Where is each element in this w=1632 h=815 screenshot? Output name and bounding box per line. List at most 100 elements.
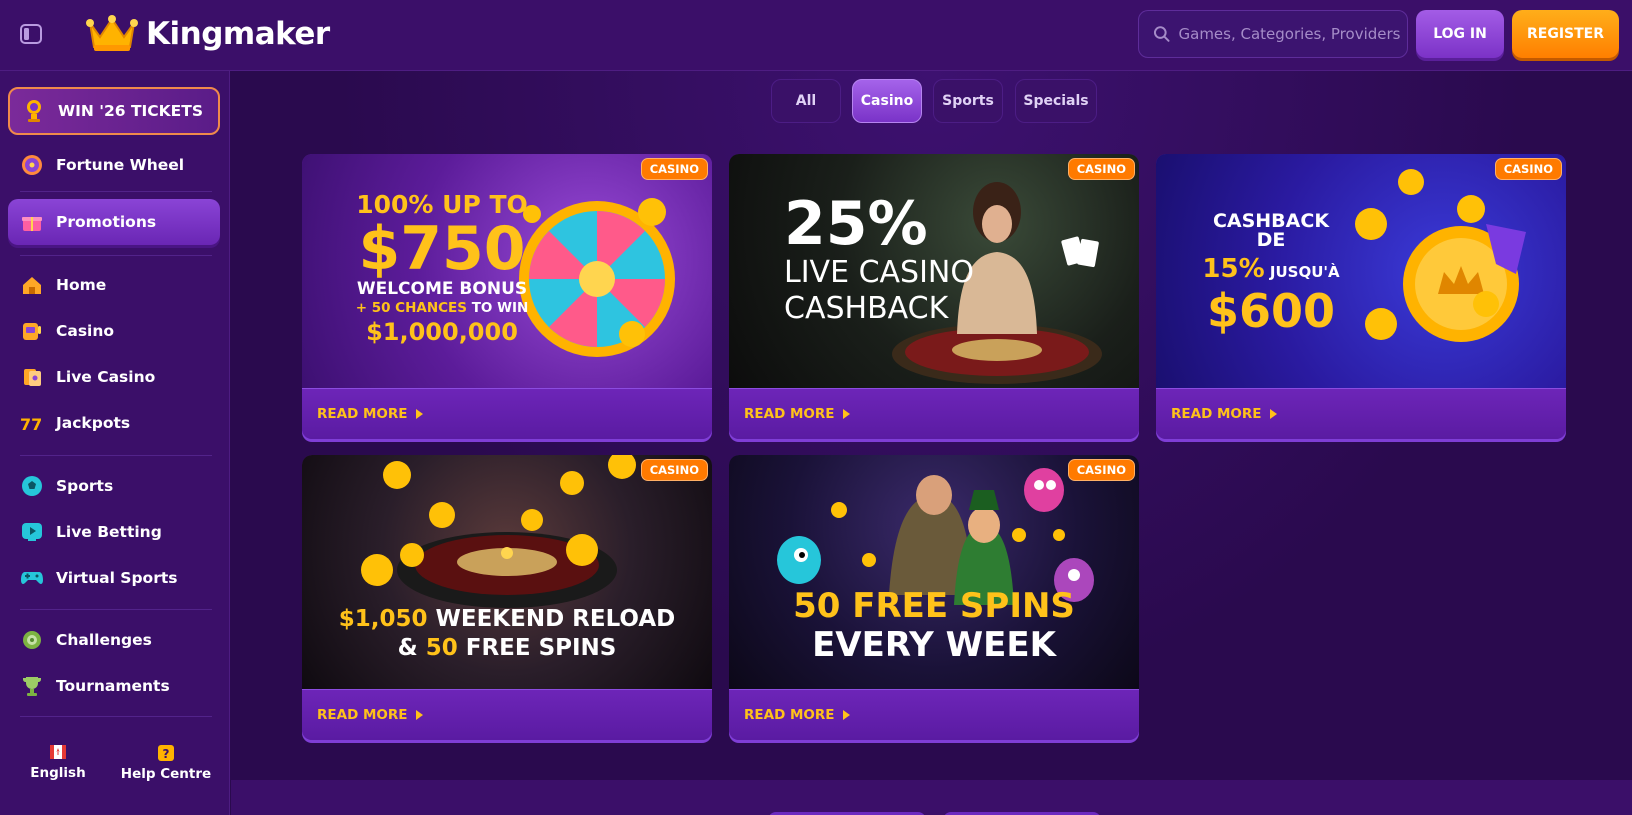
category-badge: CASINO (640, 158, 708, 180)
sidebar-item-label: Virtual Sports (56, 569, 178, 587)
wheel-icon (20, 153, 44, 177)
login-button[interactable]: LOG IN (1416, 10, 1504, 58)
promo-card-free-spins[interactable]: 50 FREE SPINS EVERY WEEK CASINO READ MOR… (729, 455, 1139, 740)
sidebar-item-challenges[interactable]: Challenges (8, 618, 220, 662)
svg-text:?: ? (163, 747, 170, 761)
arrow-right-icon (415, 409, 423, 419)
soccer-ball-icon (20, 474, 44, 498)
promo-card-live-casino-cashback[interactable]: 25% LIVE CASINO CASHBACK CASINO READ MOR… (729, 154, 1139, 439)
banner-line: JUSQU'À (1264, 263, 1340, 281)
help-centre-link[interactable]: ? Help Centre (116, 745, 216, 782)
gift-icon (20, 210, 44, 234)
sidebar-item-sports[interactable]: Sports (8, 464, 220, 508)
sidebar-item-label: Live Betting (56, 523, 162, 541)
top-header: Kingmaker LOG IN REGISTER (0, 0, 1632, 71)
cards-icon (20, 365, 44, 389)
banner-amount: 25% (784, 189, 928, 259)
read-more-label: READ MORE (744, 406, 835, 422)
tab-specials[interactable]: Specials (1015, 79, 1097, 123)
main-content: All Casino Sports Specials 100% UP TO $7… (231, 71, 1632, 815)
banner-line: FREE SPINS (457, 634, 617, 661)
banner-line: & (397, 634, 426, 661)
category-badge: CASINO (1067, 459, 1135, 481)
arrow-right-icon (1269, 409, 1277, 419)
language-selector[interactable]: English (8, 745, 108, 781)
tab-sports[interactable]: Sports (933, 79, 1003, 123)
brand-logo[interactable]: Kingmaker (86, 12, 330, 56)
sidebar: WIN '26 TICKETS Fortune Wheel Promotions… (0, 71, 230, 815)
arrow-right-icon (415, 710, 423, 720)
medal-icon (20, 628, 44, 652)
promo-card-weekend-reload[interactable]: $1,050 WEEKEND RELOAD & 50 FREE SPINS CA… (302, 455, 712, 740)
read-more-label: READ MORE (317, 707, 408, 723)
banner-line: 50 (425, 634, 458, 661)
read-more-link[interactable]: READ MORE (302, 689, 712, 740)
promo-banner: CASHBACK DE 15% JUSQU'À $600 CASINO (1156, 154, 1566, 388)
sidebar-divider (20, 255, 212, 256)
banner-line: CASHBACK (784, 291, 949, 326)
read-more-link[interactable]: READ MORE (729, 689, 1139, 740)
promo-card-welcome-bonus[interactable]: 100% UP TO $750 WELCOME BONUS + 50 CHANC… (302, 154, 712, 439)
sidebar-item-label: Sports (56, 477, 114, 495)
tab-all[interactable]: All (771, 79, 841, 123)
trophy-cup-icon (20, 674, 44, 698)
sidebar-item-virtual-sports[interactable]: Virtual Sports (8, 556, 220, 600)
banner-line: EVERY WEEK (812, 625, 1056, 666)
search-box[interactable] (1138, 10, 1408, 58)
sidebar-item-live-betting[interactable]: Live Betting (8, 510, 220, 554)
sidebar-item-label: Fortune Wheel (56, 156, 185, 174)
read-more-link[interactable]: READ MORE (302, 388, 712, 439)
promo-card-cashback-fr[interactable]: CASHBACK DE 15% JUSQU'À $600 CASINO READ… (1156, 154, 1566, 439)
brand-name: Kingmaker (146, 16, 330, 52)
banner-line: 15% (1202, 254, 1265, 284)
promo-banner: 100% UP TO $750 WELCOME BONUS + 50 CHANC… (302, 154, 712, 388)
sidebar-item-label: Promotions (56, 213, 157, 231)
register-button[interactable]: REGISTER (1512, 10, 1619, 58)
sidebar-item-home[interactable]: Home (8, 263, 220, 307)
sidebar-divider (20, 455, 212, 456)
banner-line: + 50 CHANCES (355, 300, 467, 316)
promo-banner: 25% LIVE CASINO CASHBACK CASINO (729, 154, 1139, 388)
sidebar-item-label: Live Casino (56, 368, 156, 386)
sidebar-footer: English ? Help Centre (0, 745, 230, 815)
read-more-link[interactable]: READ MORE (1156, 388, 1566, 439)
category-badge: CASINO (1494, 158, 1562, 180)
language-label: English (30, 765, 86, 781)
sidebar-item-fortune-wheel[interactable]: Fortune Wheel (8, 143, 220, 187)
crown-icon (86, 15, 138, 51)
tab-casino[interactable]: Casino (852, 79, 922, 123)
sidebar-divider (20, 716, 212, 717)
sidebar-toggle-icon[interactable] (20, 24, 42, 44)
banner-line: WELCOME BONUS (356, 279, 528, 299)
read-more-link[interactable]: READ MORE (729, 388, 1139, 439)
canada-flag-icon (50, 745, 66, 759)
sidebar-item-tournaments[interactable]: Tournaments (8, 664, 220, 708)
help-icon: ? (158, 745, 174, 761)
sidebar-item-label: Challenges (56, 631, 152, 649)
arrow-right-icon (842, 710, 850, 720)
banner-line: $1,000,000 (366, 317, 518, 346)
svg-text:77: 77 (20, 415, 42, 434)
sidebar-item-casino[interactable]: Casino (8, 309, 220, 353)
sidebar-item-live-casino[interactable]: Live Casino (8, 355, 220, 399)
jackpot-icon: 77 (20, 411, 44, 435)
sidebar-item-label: WIN '26 TICKETS (58, 102, 203, 120)
sidebar-item-promotions[interactable]: Promotions (8, 199, 220, 245)
banner-amount: $750 (358, 214, 526, 284)
banner-line: LIVE CASINO (784, 255, 974, 290)
read-more-label: READ MORE (317, 406, 408, 422)
promo-banner: $1,050 WEEKEND RELOAD & 50 FREE SPINS CA… (302, 455, 712, 689)
trophy-icon (22, 99, 46, 123)
footer-bar (231, 780, 1632, 815)
promo-banner: 50 FREE SPINS EVERY WEEK CASINO (729, 455, 1139, 689)
sidebar-item-jackpots[interactable]: 77 Jackpots (8, 401, 220, 445)
search-input[interactable] (1178, 25, 1407, 43)
category-badge: CASINO (1067, 158, 1135, 180)
banner-line: 50 FREE SPINS (793, 586, 1075, 626)
search-icon (1153, 26, 1170, 42)
play-icon (20, 520, 44, 544)
home-icon (20, 273, 44, 297)
help-centre-label: Help Centre (120, 766, 212, 782)
sidebar-item-win-26-tickets[interactable]: WIN '26 TICKETS (8, 87, 220, 135)
gamepad-icon (20, 566, 44, 590)
